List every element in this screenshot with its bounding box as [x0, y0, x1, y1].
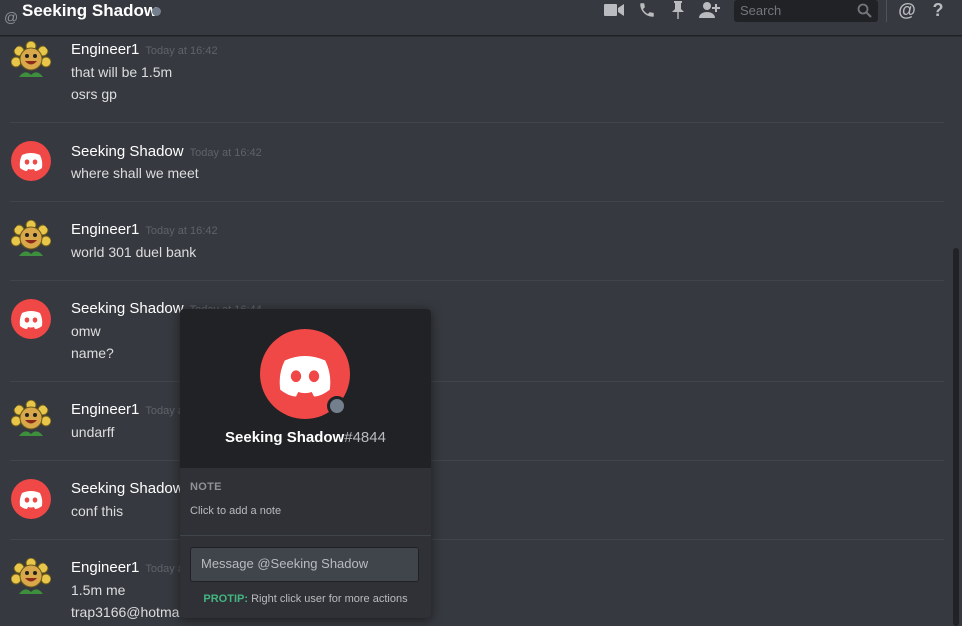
avatar[interactable]: [11, 400, 51, 440]
header-divider: [886, 0, 887, 22]
flower-avatar-icon: [11, 400, 51, 436]
flower-avatar-icon: [11, 41, 51, 77]
message-text: that will be 1.5m: [71, 64, 173, 80]
avatar[interactable]: [11, 41, 51, 81]
discord-logo-icon: [19, 311, 43, 329]
message-author[interactable]: Engineer1 Today at 16:42: [71, 221, 218, 240]
message-author[interactable]: Seeking Shadow Today at 16:42: [71, 143, 262, 162]
avatar[interactable]: [11, 479, 51, 519]
message-text: world 301 duel bank: [71, 244, 197, 260]
message-author[interactable]: Seeking Shadow: [71, 480, 190, 499]
at-icon: @: [4, 9, 19, 25]
channel-header: @ Seeking Shadow Search @ ?: [0, 0, 962, 36]
message-text: conf this: [71, 503, 124, 519]
avatar[interactable]: [11, 141, 51, 181]
message-text: osrs gp: [71, 86, 117, 102]
note-header: NOTE: [190, 481, 222, 493]
message-timestamp: Today at 16:42: [145, 45, 218, 57]
protip: PROTIP: Right click user for more action…: [180, 593, 431, 605]
avatar[interactable]: [11, 220, 51, 260]
message-text: trap3166@hotma: [71, 604, 180, 620]
channel-title: Seeking Shadow: [22, 1, 158, 20]
message-text: where shall we meet: [71, 165, 199, 181]
search-input[interactable]: Search: [734, 0, 878, 22]
message-timestamp: Today at 16:42: [189, 147, 262, 159]
pin-icon[interactable]: [667, 0, 689, 20]
status-offline-icon: [152, 7, 161, 16]
discord-logo-icon: [19, 153, 43, 171]
message-divider: [10, 381, 944, 382]
avatar[interactable]: [11, 299, 51, 339]
message-divider: [10, 201, 944, 202]
popout-username[interactable]: Seeking Shadow#4844: [180, 429, 431, 446]
search-icon: [857, 3, 872, 23]
message-author[interactable]: Engineer1 Today at 16:42: [71, 41, 218, 60]
discord-logo-icon: [19, 491, 43, 509]
message-text: name?: [71, 345, 114, 361]
message-timestamp: Today at 16:42: [145, 225, 218, 237]
message-divider: [10, 460, 944, 461]
avatar[interactable]: [11, 558, 51, 598]
status-offline-icon: [327, 396, 347, 416]
message-text: 1.5m me: [71, 582, 126, 598]
user-popout: Seeking Shadow#4844 NOTE Click to add a …: [180, 309, 431, 618]
video-call-icon[interactable]: [603, 0, 625, 20]
message-text: omw: [71, 323, 101, 339]
message-divider: [10, 280, 944, 281]
note-field[interactable]: Click to add a note: [190, 505, 281, 517]
protip-label: PROTIP:: [203, 593, 249, 605]
search-placeholder: Search: [740, 3, 782, 18]
help-icon[interactable]: ?: [927, 0, 949, 20]
voice-call-icon[interactable]: [636, 0, 658, 20]
scrollbar-thumb[interactable]: [953, 248, 959, 626]
direct-message-input[interactable]: Message @Seeking Shadow: [190, 547, 419, 582]
popout-discriminator: #4844: [344, 429, 386, 446]
flower-avatar-icon: [11, 220, 51, 256]
message-divider: [10, 539, 944, 540]
message-text: undarff: [71, 424, 115, 440]
protip-text: Right click user for more actions: [248, 593, 408, 605]
mention-icon[interactable]: @: [896, 0, 918, 20]
flower-avatar-icon: [11, 558, 51, 594]
popout-divider: [180, 535, 431, 536]
add-friend-icon[interactable]: [698, 0, 720, 20]
message-divider: [10, 122, 944, 123]
popout-header: Seeking Shadow#4844: [180, 309, 431, 468]
